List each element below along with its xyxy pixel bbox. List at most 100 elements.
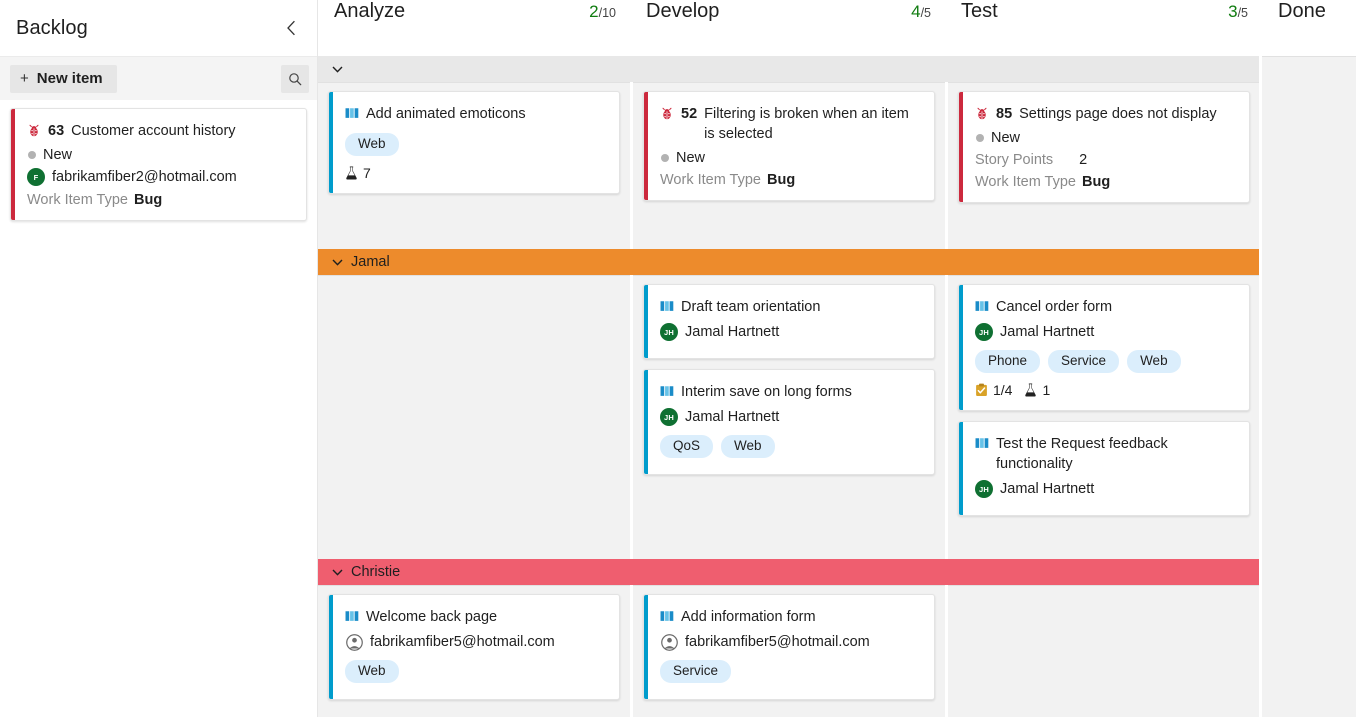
chevron-down-icon[interactable]	[332, 569, 343, 576]
board-card[interactable]: Cancel order form JH Jamal Hartnett Phon…	[958, 284, 1250, 411]
tag[interactable]: Web	[345, 660, 399, 683]
avatar	[345, 633, 363, 651]
column-wip: 2/10	[589, 2, 616, 22]
card-assignee: fabrikamfiber5@hotmail.com	[370, 634, 555, 650]
card-title-row: 52 Filtering is broken when an item is s…	[660, 104, 920, 144]
story-icon	[345, 107, 359, 120]
search-button[interactable]	[281, 64, 309, 93]
card-title-row: Interim save on long forms	[660, 382, 920, 402]
chevron-down-icon[interactable]	[332, 259, 343, 266]
wip-limit: /5	[920, 6, 931, 20]
tag[interactable]: Web	[1127, 350, 1181, 373]
tag[interactable]: Web	[721, 435, 775, 458]
tag[interactable]: QoS	[660, 435, 714, 458]
chevron-left-icon[interactable]	[279, 16, 303, 40]
metric-value: 1/4	[993, 382, 1013, 398]
card-assignee-row: JH Jamal Hartnett	[660, 323, 920, 341]
lane-cell-develop[interactable]: Add information form fabrikamfiber5@hotm…	[633, 585, 945, 717]
swimlane-body: Add animated emoticons Web 7 52 Filterin…	[318, 82, 1260, 249]
card-metrics: 7	[345, 165, 605, 181]
backlog-toolbar: + New item	[0, 56, 317, 100]
backlog-header: Backlog	[0, 0, 317, 56]
board-card[interactable]: Welcome back page fabrikamfiber5@hotmail…	[328, 594, 620, 700]
backlog-card[interactable]: 63 Customer account history New F fabrik…	[10, 108, 307, 221]
card-assignee: fabrikamfiber5@hotmail.com	[685, 634, 870, 650]
column-header-done[interactable]: Done	[1262, 0, 1356, 56]
tag[interactable]: Service	[660, 660, 732, 683]
avatar: JH	[975, 480, 993, 498]
column-header-develop[interactable]: Develop 4/5	[630, 0, 945, 56]
wip-current: 3	[1228, 2, 1238, 21]
column-done-body[interactable]	[1262, 56, 1356, 717]
card-state: New	[676, 150, 706, 166]
tag[interactable]: Web	[345, 133, 399, 156]
board-card[interactable]: 52 Filtering is broken when an item is s…	[643, 91, 935, 201]
lane-cell-develop[interactable]: Draft team orientation JH Jamal Hartnett	[633, 275, 945, 559]
bug-icon	[975, 107, 989, 121]
plus-icon: +	[20, 69, 29, 87]
card-id: 52	[681, 106, 698, 122]
lane-cell-analyze[interactable]: Add animated emoticons Web 7	[318, 82, 630, 249]
avatar	[660, 633, 678, 651]
card-title: Settings page does not display	[1019, 106, 1217, 122]
swimlane-default: Add animated emoticons Web 7 52 Filterin…	[318, 56, 1260, 249]
card-assignee-row: JH Jamal Hartnett	[975, 480, 1235, 498]
card-title: Cancel order form	[996, 299, 1113, 315]
board-card[interactable]: Draft team orientation JH Jamal Hartnett	[643, 284, 935, 359]
state-dot-icon	[28, 151, 36, 159]
lane-cell-analyze[interactable]: Welcome back page fabrikamfiber5@hotmail…	[318, 585, 630, 717]
card-field-label: Work Item Type	[660, 172, 761, 188]
card-tags: QoS Web	[660, 435, 920, 458]
board-body: Add animated emoticons Web 7 52 Filterin…	[318, 56, 1356, 717]
board-card[interactable]: Test the Request feedback functionality …	[958, 421, 1250, 516]
card-id: 85	[996, 106, 1013, 122]
card-field: Story Points 2	[975, 152, 1235, 168]
lane-cell-develop[interactable]: 52 Filtering is broken when an item is s…	[633, 82, 945, 249]
tag[interactable]: Service	[1048, 350, 1120, 373]
card-field-value: Bug	[1082, 174, 1111, 190]
lane-cell-test[interactable]	[948, 585, 1260, 717]
card-field: Work Item Type Bug	[660, 172, 920, 188]
board-page: Backlog + New item 63 Customer account h…	[0, 0, 1356, 717]
lane-cell-analyze[interactable]	[318, 275, 630, 559]
card-title: Customer account history	[71, 123, 236, 139]
swimlane-name: Christie	[351, 564, 401, 580]
avatar: JH	[660, 408, 678, 426]
column-header-analyze[interactable]: Analyze 2/10	[318, 0, 630, 56]
swimlane-name: Jamal	[351, 254, 390, 270]
state-dot-icon	[976, 134, 984, 142]
wip-limit: /10	[598, 6, 616, 20]
board-card[interactable]: Add information form fabrikamfiber5@hotm…	[643, 594, 935, 700]
card-title: Add information form	[681, 609, 816, 625]
card-state-row: New	[660, 150, 920, 166]
card-assignee-row: JH Jamal Hartnett	[660, 408, 920, 426]
story-icon	[975, 300, 989, 313]
lane-cell-test[interactable]: 85 Settings page does not display New St…	[948, 82, 1260, 249]
board-card[interactable]: Add animated emoticons Web 7	[328, 91, 620, 194]
board-card[interactable]: Interim save on long forms JH Jamal Hart…	[643, 369, 935, 475]
swimlane-header[interactable]: Christie	[318, 559, 1260, 585]
swimlane-header[interactable]	[318, 56, 1260, 82]
swimlane-header[interactable]: Jamal	[318, 249, 1260, 275]
card-metrics: 1/4 1	[975, 382, 1235, 398]
checklist-icon	[975, 383, 988, 397]
new-item-button[interactable]: + New item	[10, 64, 117, 93]
lane-cell-test[interactable]: Cancel order form JH Jamal Hartnett Phon…	[948, 275, 1260, 559]
swimlane-body: Draft team orientation JH Jamal Hartnett	[318, 275, 1260, 559]
board-card[interactable]: 85 Settings page does not display New St…	[958, 91, 1250, 203]
metric-tasks: 1/4	[975, 382, 1012, 398]
column-header-test[interactable]: Test 3/5	[945, 0, 1262, 56]
card-field-label: Story Points	[975, 152, 1054, 168]
search-icon	[288, 72, 302, 86]
tag[interactable]: Phone	[975, 350, 1041, 373]
board-column-headers: Analyze 2/10 Develop 4/5 Test 3/5 Done	[318, 0, 1356, 56]
card-assignee-row: JH Jamal Hartnett	[975, 323, 1235, 341]
story-icon	[660, 610, 674, 623]
chevron-down-icon[interactable]	[332, 66, 343, 73]
card-assignee: Jamal Hartnett	[1000, 324, 1095, 340]
card-title: Test the Request feedback functionality	[996, 436, 1168, 472]
kanban-board: Analyze 2/10 Develop 4/5 Test 3/5 Done A…	[318, 0, 1356, 717]
card-state: New	[991, 130, 1021, 146]
card-title: Draft team orientation	[681, 299, 821, 315]
card-title: Interim save on long forms	[681, 384, 852, 400]
